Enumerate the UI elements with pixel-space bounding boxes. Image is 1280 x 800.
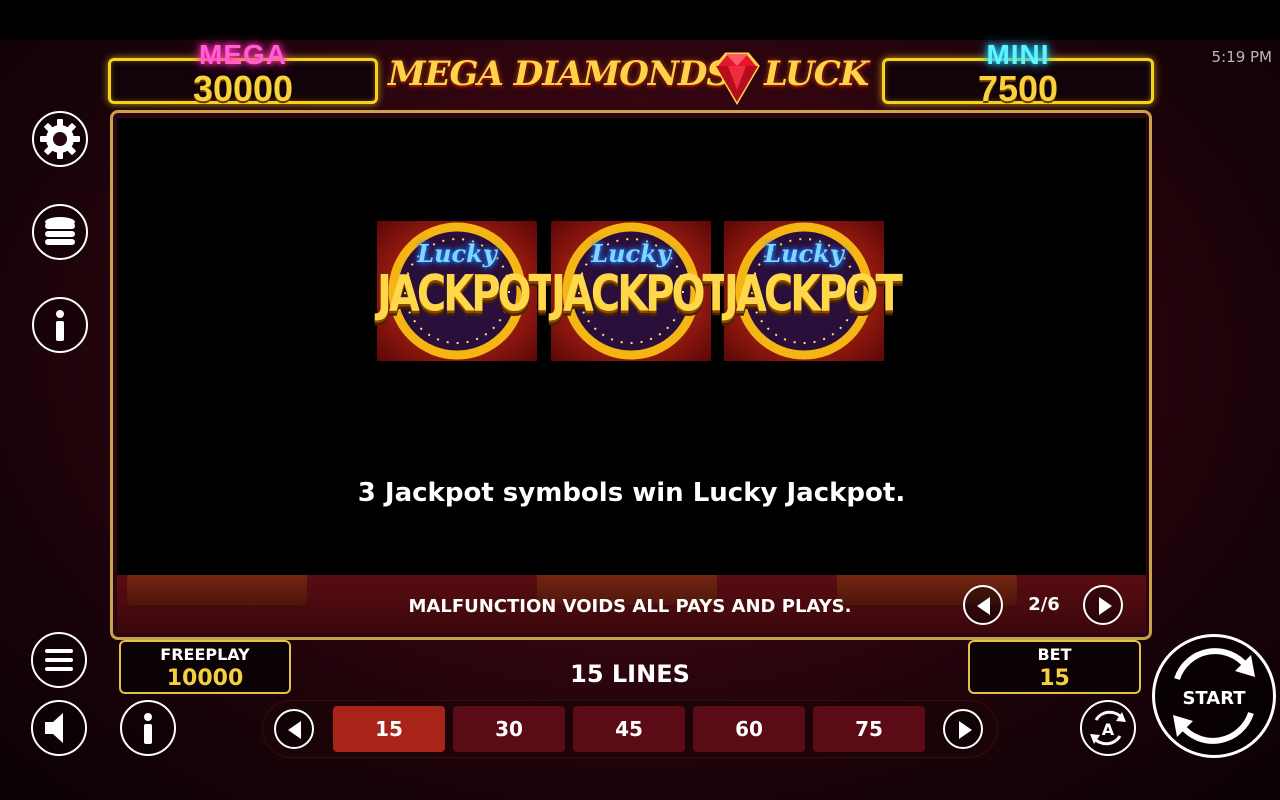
sound-button[interactable] <box>31 700 87 756</box>
settings-button[interactable] <box>32 111 88 167</box>
line-option-15[interactable]: 15 <box>333 706 445 752</box>
info-icon <box>144 713 152 744</box>
jackpot-symbols-row: Lucky JACKPOT Lucky JACKPOT Lucky JACKPO… <box>377 221 903 361</box>
game-logo: MEGA DIAMONDS LUCK <box>388 50 874 106</box>
mega-jackpot-box: MEGA 30000 <box>108 39 378 109</box>
lines-label: 15 LINES <box>570 660 690 688</box>
arrow-left-icon <box>288 721 301 739</box>
line-option-60[interactable]: 60 <box>693 706 805 752</box>
symbol-main-text: JACKPOT <box>724 265 903 323</box>
status-clock: 5:19 PM <box>1211 48 1272 66</box>
jackpot-symbol: Lucky JACKPOT <box>724 221 903 361</box>
lines-next-button[interactable] <box>943 709 983 749</box>
arrow-right-icon <box>1099 597 1112 615</box>
coins-stack-icon <box>45 217 75 245</box>
symbol-top-text: Lucky <box>591 239 671 268</box>
game-screen: 5:19 PM MEGA 30000 MEGA DIAMONDS LUCK MI… <box>0 0 1280 800</box>
hamburger-menu-icon <box>45 649 73 671</box>
menu-button[interactable] <box>31 632 87 688</box>
mini-jackpot-value: 7500 <box>977 68 1059 109</box>
next-page-button[interactable] <box>1083 585 1123 625</box>
bet-label: BET <box>1037 645 1072 664</box>
mini-jackpot-box: MINI 7500 <box>882 39 1154 109</box>
bet-value: 15 <box>1039 666 1070 691</box>
bet-box: BET 15 <box>968 640 1141 694</box>
lines-prev-button[interactable] <box>274 709 314 749</box>
symbol-top-text: Lucky <box>417 239 497 268</box>
logo-title-left: MEGA DIAMONDS <box>388 54 731 94</box>
info-description: 3 Jackpot symbols win Lucky Jackpot. <box>357 478 906 508</box>
line-option-30[interactable]: 30 <box>453 706 565 752</box>
svg-text:A: A <box>1102 720 1115 739</box>
diamond-icon <box>710 50 764 111</box>
freeplay-label: FREEPLAY <box>160 645 250 664</box>
malfunction-disclaimer: MALFUNCTION VOIDS ALL PAYS AND PLAYS. <box>408 596 852 617</box>
freeplay-value: 10000 <box>166 666 244 691</box>
autoplay-icon: A <box>1090 710 1126 746</box>
line-option-45[interactable]: 45 <box>573 706 685 752</box>
symbol-top-text: Lucky <box>764 239 844 268</box>
info-icon <box>56 310 64 341</box>
mini-jackpot-label: MINI <box>986 39 1050 70</box>
start-button[interactable]: START <box>1152 634 1276 758</box>
autoplay-button[interactable]: A <box>1080 700 1136 756</box>
prev-page-button[interactable] <box>963 585 1003 625</box>
jackpot-symbol: Lucky JACKPOT <box>551 221 730 361</box>
status-bar <box>0 0 1280 40</box>
mega-jackpot-label: MEGA <box>199 39 287 70</box>
arrow-right-icon <box>959 721 972 739</box>
mega-jackpot-value: 30000 <box>192 68 294 109</box>
info-button[interactable] <box>32 297 88 353</box>
arrow-left-icon <box>977 597 990 615</box>
logo-title-right: LUCK <box>764 54 869 94</box>
symbol-main-text: JACKPOT <box>551 265 730 323</box>
game-info-button[interactable] <box>120 700 176 756</box>
line-option-75[interactable]: 75 <box>813 706 925 752</box>
jackpot-symbol: Lucky JACKPOT <box>377 221 556 361</box>
paytable-button[interactable] <box>32 204 88 260</box>
page-indicator: 2/6 <box>1028 594 1060 615</box>
gear-icon <box>40 119 80 159</box>
freeplay-box: FREEPLAY 10000 <box>119 640 291 694</box>
start-label: START <box>1182 688 1246 709</box>
speaker-icon <box>45 713 63 743</box>
symbol-main-text: JACKPOT <box>377 265 556 323</box>
